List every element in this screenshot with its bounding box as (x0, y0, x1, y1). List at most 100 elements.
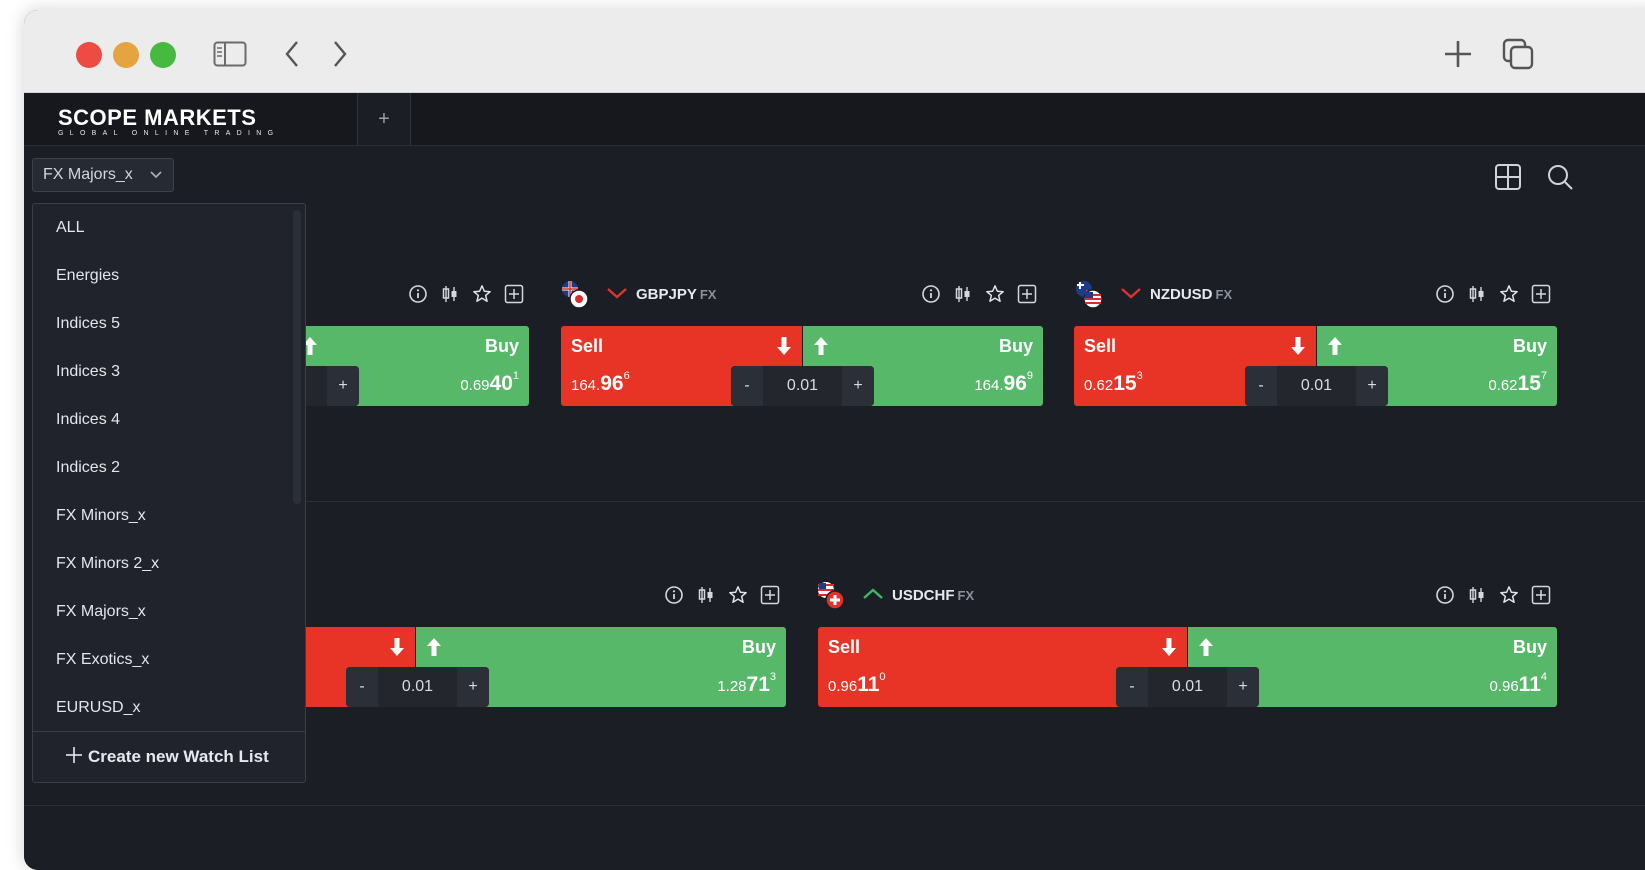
info-icon[interactable] (408, 284, 428, 304)
add-to-layout-icon[interactable] (1531, 585, 1551, 605)
close-window-button[interactable] (76, 42, 102, 68)
workspace-tab-bar: SCOPE MARKETS GLOBAL ONLINE TRADING + (24, 93, 1645, 146)
sell-price: 0.62153 (1084, 370, 1143, 395)
usdchf-flag-icon (816, 580, 848, 612)
buy-label: Buy (1512, 336, 1547, 356)
watchlist-option[interactable]: Indices 2 (56, 459, 120, 477)
browser-window: SCOPE MARKETS GLOBAL ONLINE TRADING + FX… (24, 10, 1645, 870)
watchlist-option[interactable]: Indices 4 (56, 411, 120, 429)
arrow-up-icon (813, 336, 829, 361)
candlestick-chart-icon[interactable] (696, 585, 716, 605)
trend-down-icon (607, 288, 627, 299)
sell-price: 164.966 (571, 370, 630, 395)
buy-label: Buy (741, 637, 776, 657)
watchlist-option[interactable]: Energies (56, 267, 119, 285)
increase-quantity-button[interactable]: + (842, 366, 874, 406)
candlestick-chart-icon[interactable] (1467, 284, 1487, 304)
layout-grid-icon[interactable] (1494, 163, 1522, 196)
add-to-layout-icon[interactable] (1017, 284, 1037, 304)
info-icon[interactable] (1435, 585, 1455, 605)
star-icon[interactable] (472, 284, 492, 304)
quantity-stepper[interactable]: - 0.01 + (731, 366, 874, 406)
decrease-quantity-button[interactable]: - (1245, 366, 1277, 406)
candlestick-chart-icon[interactable] (953, 284, 973, 304)
star-icon[interactable] (985, 284, 1005, 304)
buy-label: Buy (998, 336, 1033, 356)
zoom-window-button[interactable] (150, 42, 176, 68)
row-divider (24, 805, 1645, 806)
buy-price: 0.96114 (1489, 671, 1547, 696)
chevron-down-icon (149, 167, 163, 186)
tab-divider (410, 93, 411, 145)
add-tab-button[interactable]: + (358, 93, 410, 145)
decrease-quantity-button[interactable]: - (346, 667, 378, 707)
quantity-stepper[interactable]: - 0.01 + (346, 667, 489, 707)
watchlist-option[interactable]: FX Majors_x (56, 603, 146, 621)
watchlist-option[interactable]: ALL (56, 219, 84, 237)
watchlist-option[interactable]: Indices 3 (56, 363, 120, 381)
back-icon[interactable] (280, 34, 304, 74)
arrow-down-icon (389, 637, 405, 662)
watchlist-option[interactable]: FX Minors 2_x (56, 555, 159, 573)
candlestick-chart-icon[interactable] (1467, 585, 1487, 605)
increase-quantity-button[interactable]: + (1227, 667, 1259, 707)
sell-label: Sell (571, 336, 604, 356)
minimize-window-button[interactable] (113, 42, 139, 68)
star-icon[interactable] (1499, 585, 1519, 605)
watchlist-option[interactable]: FX Exotics_x (56, 651, 149, 669)
search-icon[interactable] (1546, 163, 1574, 196)
add-to-layout-icon[interactable] (1531, 284, 1551, 304)
arrow-down-icon (1290, 336, 1306, 361)
plus-icon (65, 746, 83, 768)
info-icon[interactable] (1435, 284, 1455, 304)
quantity-stepper[interactable]: - 0.01 + (1116, 667, 1259, 707)
arrow-down-icon (1161, 637, 1177, 662)
increase-quantity-button[interactable]: + (1356, 366, 1388, 406)
browser-toolbar (24, 10, 1645, 93)
dropdown-scrollbar[interactable] (293, 210, 301, 504)
tab-overview-icon[interactable] (1498, 34, 1538, 74)
candlestick-chart-icon[interactable] (440, 284, 460, 304)
watchlist-option[interactable]: Indices 5 (56, 315, 120, 333)
watchlist-option[interactable]: EURUSD_x (56, 699, 140, 717)
watchlist-option[interactable]: FX Minors_x (56, 507, 146, 525)
quantity-value[interactable]: 0.01 (1277, 366, 1356, 406)
increase-quantity-button[interactable]: + (457, 667, 489, 707)
quantity-value[interactable]: 0.01 (378, 667, 457, 707)
star-icon[interactable] (1499, 284, 1519, 304)
card-actions (664, 585, 780, 605)
arrow-up-icon (1198, 637, 1214, 662)
buy-price: 0.69401 (460, 370, 519, 395)
nzdusd-flag-icon (1074, 279, 1106, 311)
trend-down-icon (1121, 288, 1141, 299)
info-icon[interactable] (921, 284, 941, 304)
add-to-layout-icon[interactable] (760, 585, 780, 605)
watchlist-select[interactable]: FX Majors_x (32, 158, 174, 192)
usdchf-symbol[interactable]: USDCHF FX (862, 587, 974, 604)
create-watchlist-button[interactable]: Create new Watch List (33, 731, 305, 782)
gbpjpy-symbol[interactable]: GBPJPY FX (606, 286, 716, 303)
arrow-down-icon (776, 336, 792, 361)
logo-subtitle: GLOBAL ONLINE TRADING (58, 130, 280, 137)
arrow-up-icon (1327, 336, 1343, 361)
quantity-value[interactable]: 0.01 (763, 366, 842, 406)
forward-icon[interactable] (328, 34, 352, 74)
sell-label: Sell (828, 637, 861, 657)
quantity-stepper[interactable]: - 0.01 + (1245, 366, 1388, 406)
buy-price: 164.969 (974, 370, 1033, 395)
decrease-quantity-button[interactable]: - (1116, 667, 1148, 707)
buy-label: Buy (484, 336, 519, 356)
new-tab-icon[interactable] (1438, 34, 1478, 74)
create-watchlist-label: Create new Watch List (88, 747, 269, 766)
nzdusd-symbol[interactable]: NZDUSD FX (1120, 286, 1232, 303)
increase-quantity-button[interactable]: + (327, 366, 359, 406)
quantity-value[interactable]: 0.01 (1148, 667, 1227, 707)
buy-price: 1.28713 (717, 671, 776, 696)
star-icon[interactable] (728, 585, 748, 605)
sidebar-toggle-icon[interactable] (210, 34, 250, 74)
add-to-layout-icon[interactable] (504, 284, 524, 304)
info-icon[interactable] (664, 585, 684, 605)
decrease-quantity-button[interactable]: - (731, 366, 763, 406)
sell-label: Sell (1084, 336, 1117, 356)
sell-price: 0.96110 (828, 671, 886, 696)
